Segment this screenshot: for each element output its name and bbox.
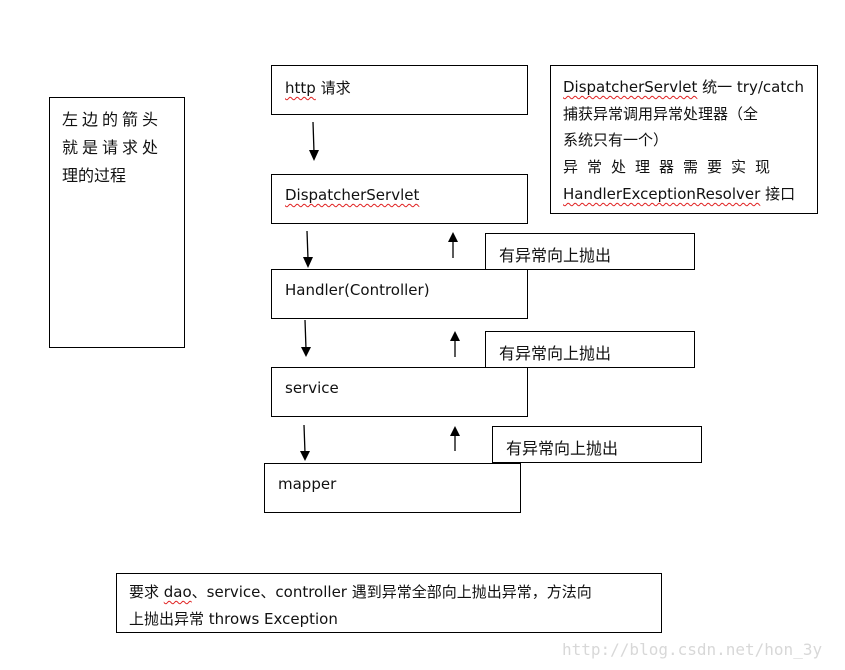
service-box: service — [271, 367, 528, 417]
resolver-term: HandlerExceptionResolver — [563, 185, 761, 203]
right-note-line-5-rest: 接口 — [760, 185, 796, 203]
throw-up-label-3: 有异常向上抛出 — [506, 439, 619, 458]
up-arrow-service-to-handler — [450, 331, 460, 357]
down-arrow-http-to-dispatcher — [309, 121, 319, 161]
right-note-line-1-rest: 统一 try/catch — [697, 78, 804, 96]
http-term: http — [285, 79, 316, 97]
right-note-line-3: 系统只有一个） — [563, 131, 669, 149]
service-label: service — [285, 379, 339, 397]
throw-up-label-2: 有异常向上抛出 — [499, 344, 612, 363]
throw-up-label-1: 有异常向上抛出 — [499, 246, 612, 265]
down-arrow-service-to-mapper — [300, 424, 310, 461]
bottom-note-box: 要求 dao、service、controller 遇到异常全部向上抛出异常，方… — [116, 573, 662, 633]
down-arrow-dispatcher-to-handler — [303, 230, 313, 268]
left-note-text: 左边的箭头 就是请求处 理的过程 — [62, 106, 174, 190]
dispatcher-servlet-box: DispatcherServlet — [271, 174, 528, 224]
left-note-box: 左边的箭头 就是请求处 理的过程 — [49, 97, 185, 348]
dispatcher-term: DispatcherServlet — [563, 78, 698, 96]
http-request-suffix: 请求 — [315, 79, 351, 97]
right-note-box: DispatcherServlet 统一 try/catch 捕获异常调用异常处… — [550, 65, 818, 214]
up-arrow-handler-to-dispatcher — [448, 232, 458, 258]
throw-up-box-3: 有异常向上抛出 — [492, 426, 702, 463]
http-request-label: http 请求 — [285, 77, 351, 98]
left-note-line-3: 理的过程 — [62, 166, 127, 185]
right-note-line-1: DispatcherServlet 统一 try/catch — [563, 76, 804, 97]
handler-controller-label: Handler(Controller) — [285, 281, 430, 299]
bottom-note-line-1-b: 、service、controller 遇到异常全部向上抛出异常，方法向 — [191, 583, 592, 601]
mapper-label: mapper — [278, 475, 337, 493]
right-note-line-4: 异常处理器需要实现 — [563, 158, 780, 176]
left-note-line-1: 左边的箭头 — [62, 110, 163, 129]
mapper-box: mapper — [264, 463, 521, 513]
bottom-note-line-2: 上抛出异常 throws Exception — [129, 610, 338, 628]
right-note-line-2: 捕获异常调用异常处理器（全 — [563, 105, 759, 123]
up-arrow-mapper-to-service — [450, 426, 460, 451]
right-note-line-5: HandlerExceptionResolver 接口 — [563, 183, 795, 204]
watermark-url: http://blog.csdn.net/hon_3y — [562, 640, 823, 659]
bottom-note-line-1: 要求 dao、service、controller 遇到异常全部向上抛出异常，方… — [129, 581, 592, 602]
bottom-note-line-1-a: 要求 — [129, 583, 164, 601]
throw-up-box-1: 有异常向上抛出 — [485, 233, 695, 270]
dao-term: dao — [163, 583, 192, 601]
handler-controller-box: Handler(Controller) — [271, 269, 528, 319]
down-arrow-handler-to-service — [301, 319, 311, 357]
left-note-line-2: 就是请求处 — [62, 138, 163, 157]
dispatcher-servlet-label: DispatcherServlet — [285, 186, 420, 204]
throw-up-box-2: 有异常向上抛出 — [485, 331, 695, 368]
http-request-box: http 请求 — [271, 65, 528, 115]
